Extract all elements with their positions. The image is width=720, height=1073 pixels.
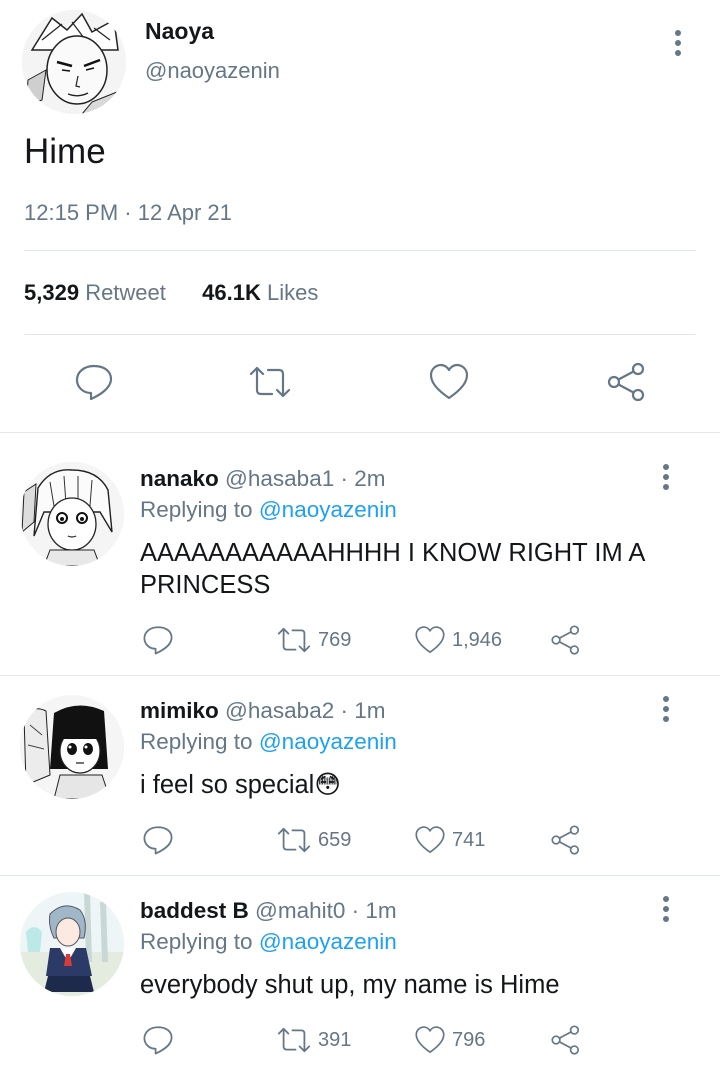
like-button[interactable]: 796 [414,1024,485,1056]
reply-author-name[interactable]: nanako [140,466,219,491]
reply-time: · 1m [340,698,386,723]
like-count[interactable]: 46.1K [202,280,261,305]
heart-icon [429,363,469,400]
share-button[interactable] [550,624,582,656]
retweet-button[interactable]: 391 [276,1024,351,1056]
share-icon [551,825,580,855]
retweet-icon [249,366,291,398]
replying-to: Replying to @naoyazenin [140,729,397,755]
author-avatar[interactable] [22,10,126,114]
share-button[interactable] [550,1024,582,1056]
reply-author-name[interactable]: baddest B [140,898,249,923]
retweet-count: 659 [318,828,352,851]
like-count: 1,946 [452,628,503,651]
more-options-icon[interactable] [656,696,676,726]
mention-link[interactable]: @naoyazenin [259,929,397,954]
reply-avatar[interactable] [20,695,124,799]
reply-author-handle[interactable]: @hasaba2 [225,698,334,723]
share-icon [551,625,580,655]
reply-avatar[interactable] [20,462,124,566]
like-button[interactable]: 741 [414,824,485,856]
heart-icon [415,626,445,654]
reply-avatar[interactable] [20,892,124,996]
reply-header: nanako @hasaba1 · 2m [140,466,385,492]
heart-icon [415,826,445,854]
more-options-icon[interactable] [656,896,676,926]
share-button[interactable] [606,362,646,402]
reply-button[interactable] [74,362,114,402]
tweet-text: Hime [24,132,106,171]
replying-to-label: Replying to [140,729,253,754]
more-options-icon[interactable] [656,464,676,494]
reply-header: baddest B @mahit0 · 1m [140,898,397,924]
heart-icon [415,1026,445,1054]
share-button[interactable] [550,824,582,856]
retweet-label[interactable]: Retweet [85,280,166,305]
retweet-count: 769 [318,628,352,651]
reply-icon [143,826,173,855]
mention-link[interactable]: @naoyazenin [259,729,397,754]
reply-author-handle[interactable]: @hasaba1 [225,466,334,491]
retweet-icon [277,827,311,853]
mention-link[interactable]: @naoyazenin [259,497,397,522]
reply-button[interactable] [142,624,174,656]
retweet-icon [277,1027,311,1053]
author-name[interactable]: Naoya [145,18,214,45]
flushed-face-emoji: 😳 [314,770,341,800]
reply-text: i feel so special [140,771,315,799]
reply-icon [75,364,113,401]
reply-icon [143,1026,173,1055]
more-options-icon[interactable] [668,30,688,60]
divider [0,875,720,876]
replying-to: Replying to @naoyazenin [140,497,397,523]
like-button[interactable]: 1,946 [414,624,502,656]
replying-to-label: Replying to [140,497,253,522]
like-count: 796 [452,1028,486,1051]
like-count: 741 [452,828,486,851]
reply-icon [143,626,173,655]
share-icon [607,362,645,402]
like-label[interactable]: Likes [267,280,318,305]
divider [24,250,696,251]
retweet-button[interactable]: 769 [276,624,351,656]
reply-text: everybody shut up, my name is Hime [140,971,560,999]
retweet-count: 391 [318,1028,352,1051]
divider [24,334,696,335]
divider [0,432,720,433]
reply-author-handle[interactable]: @mahit0 [255,898,345,923]
retweet-button[interactable]: 659 [276,824,351,856]
tweet-stats: 5,329 Retweet 46.1K Likes [24,280,318,306]
retweet-count[interactable]: 5,329 [24,280,79,305]
reply-author-name[interactable]: mimiko [140,698,219,723]
like-button[interactable] [428,362,469,402]
reply-header: mimiko @hasaba2 · 1m [140,698,385,724]
reply-text-block: i feel so special😳 [140,769,680,801]
reply-button[interactable] [142,824,174,856]
tweet-timestamp: 12:15 PM · 12 Apr 21 [24,200,232,225]
retweet-button[interactable] [248,362,291,402]
reply-text: AAAAAAAAAAAHHHH I KNOW RIGHT IM A PRINCE… [140,539,644,599]
share-icon [551,1025,580,1055]
replying-to-label: Replying to [140,929,253,954]
replying-to: Replying to @naoyazenin [140,929,397,955]
author-handle[interactable]: @naoyazenin [145,58,280,84]
retweet-icon [277,627,311,653]
reply-button[interactable] [142,1024,174,1056]
reply-time: · 2m [340,466,386,491]
reply-time: · 1m [351,898,397,923]
divider [0,675,720,676]
